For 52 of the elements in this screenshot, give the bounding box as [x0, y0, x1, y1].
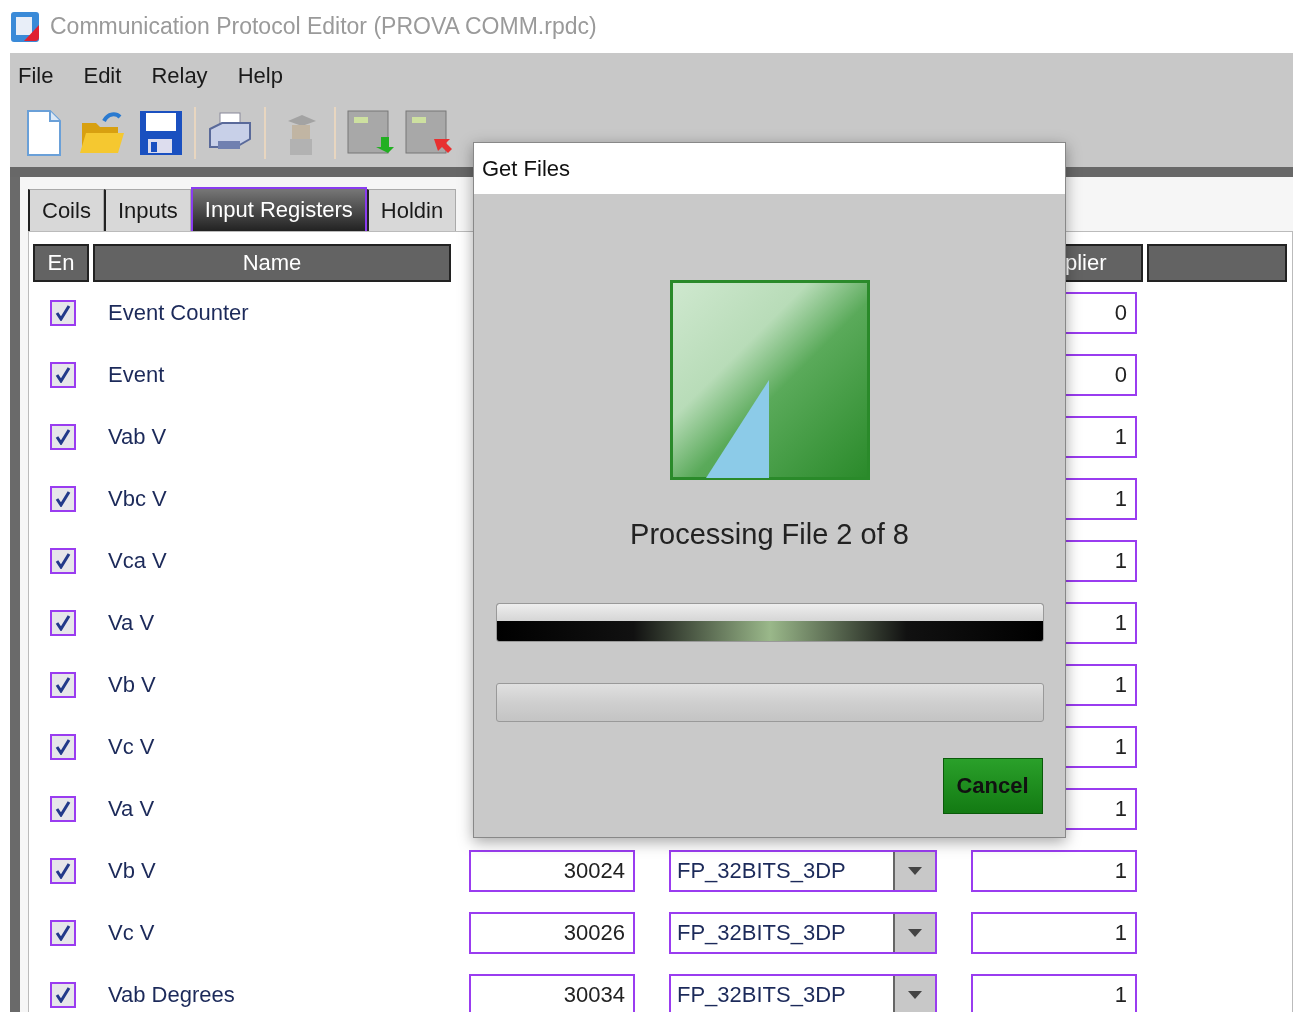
register-name: Vc V — [107, 734, 156, 760]
window-title: Communication Protocol Editor (PROVA COMM.rpdc) — [50, 13, 597, 40]
checkbox[interactable] — [50, 672, 76, 698]
type-dropdown[interactable]: FP_32BITS_3DP — [669, 850, 937, 892]
register-name: Event Counter — [107, 300, 250, 326]
checkbox[interactable] — [50, 362, 76, 388]
checkbox[interactable] — [50, 486, 76, 512]
app-icon — [10, 10, 40, 43]
column-header: Name — [93, 244, 451, 282]
register-name: Vca V — [107, 548, 168, 574]
menu-item[interactable]: Edit — [83, 63, 134, 89]
register-name: Vc V — [107, 920, 156, 946]
tab[interactable]: Input Registers — [190, 187, 367, 231]
checkbox[interactable] — [50, 858, 76, 884]
menu-item[interactable]: Relay — [151, 63, 220, 89]
checkbox[interactable] — [50, 920, 76, 946]
type-dropdown[interactable]: FP_32BITS_3DP — [669, 912, 937, 954]
dialog-title: Get Files — [474, 143, 1065, 194]
document-icon — [669, 280, 870, 480]
tab[interactable]: Holdin — [366, 189, 457, 231]
checkbox[interactable] — [50, 796, 76, 822]
checkbox[interactable] — [50, 424, 76, 450]
tab[interactable]: Inputs — [103, 189, 191, 231]
register-name: Vbc V — [107, 486, 168, 512]
menu-item[interactable]: Help — [237, 63, 295, 89]
checkbox[interactable] — [50, 300, 76, 326]
multiplier-field[interactable]: 1 — [971, 850, 1137, 892]
caret-icon — [908, 929, 922, 937]
type-dropdown[interactable]: FP_32BITS_3DP — [669, 974, 937, 1012]
checkbox[interactable] — [50, 982, 76, 1008]
register-name: Vb V — [107, 672, 157, 698]
checkbox[interactable] — [50, 610, 76, 636]
address-field[interactable]: 30024 — [469, 850, 635, 892]
multiplier-field[interactable]: 1 — [971, 974, 1137, 1012]
checkbox[interactable] — [50, 548, 76, 574]
address-field[interactable]: 30034 — [469, 974, 635, 1012]
register-name: Va V — [107, 610, 156, 636]
register-name: Vab Degrees — [107, 982, 236, 1008]
column-header: En — [33, 244, 89, 282]
cancel-button[interactable]: Cancel — [942, 758, 1043, 814]
caret-icon — [908, 867, 922, 875]
tab[interactable]: Coils — [28, 189, 104, 231]
register-name: Va V — [107, 796, 156, 822]
menu-item[interactable]: File — [18, 63, 66, 89]
register-name: Event — [107, 362, 166, 388]
address-field[interactable]: 30026 — [469, 912, 635, 954]
register-name: Vab V — [107, 424, 168, 450]
register-name: Vb V — [107, 858, 157, 884]
caret-icon — [908, 991, 922, 999]
checkbox[interactable] — [50, 734, 76, 760]
multiplier-field[interactable]: 1 — [971, 912, 1137, 954]
status-message: Processing File 2 of 8 — [630, 518, 909, 551]
